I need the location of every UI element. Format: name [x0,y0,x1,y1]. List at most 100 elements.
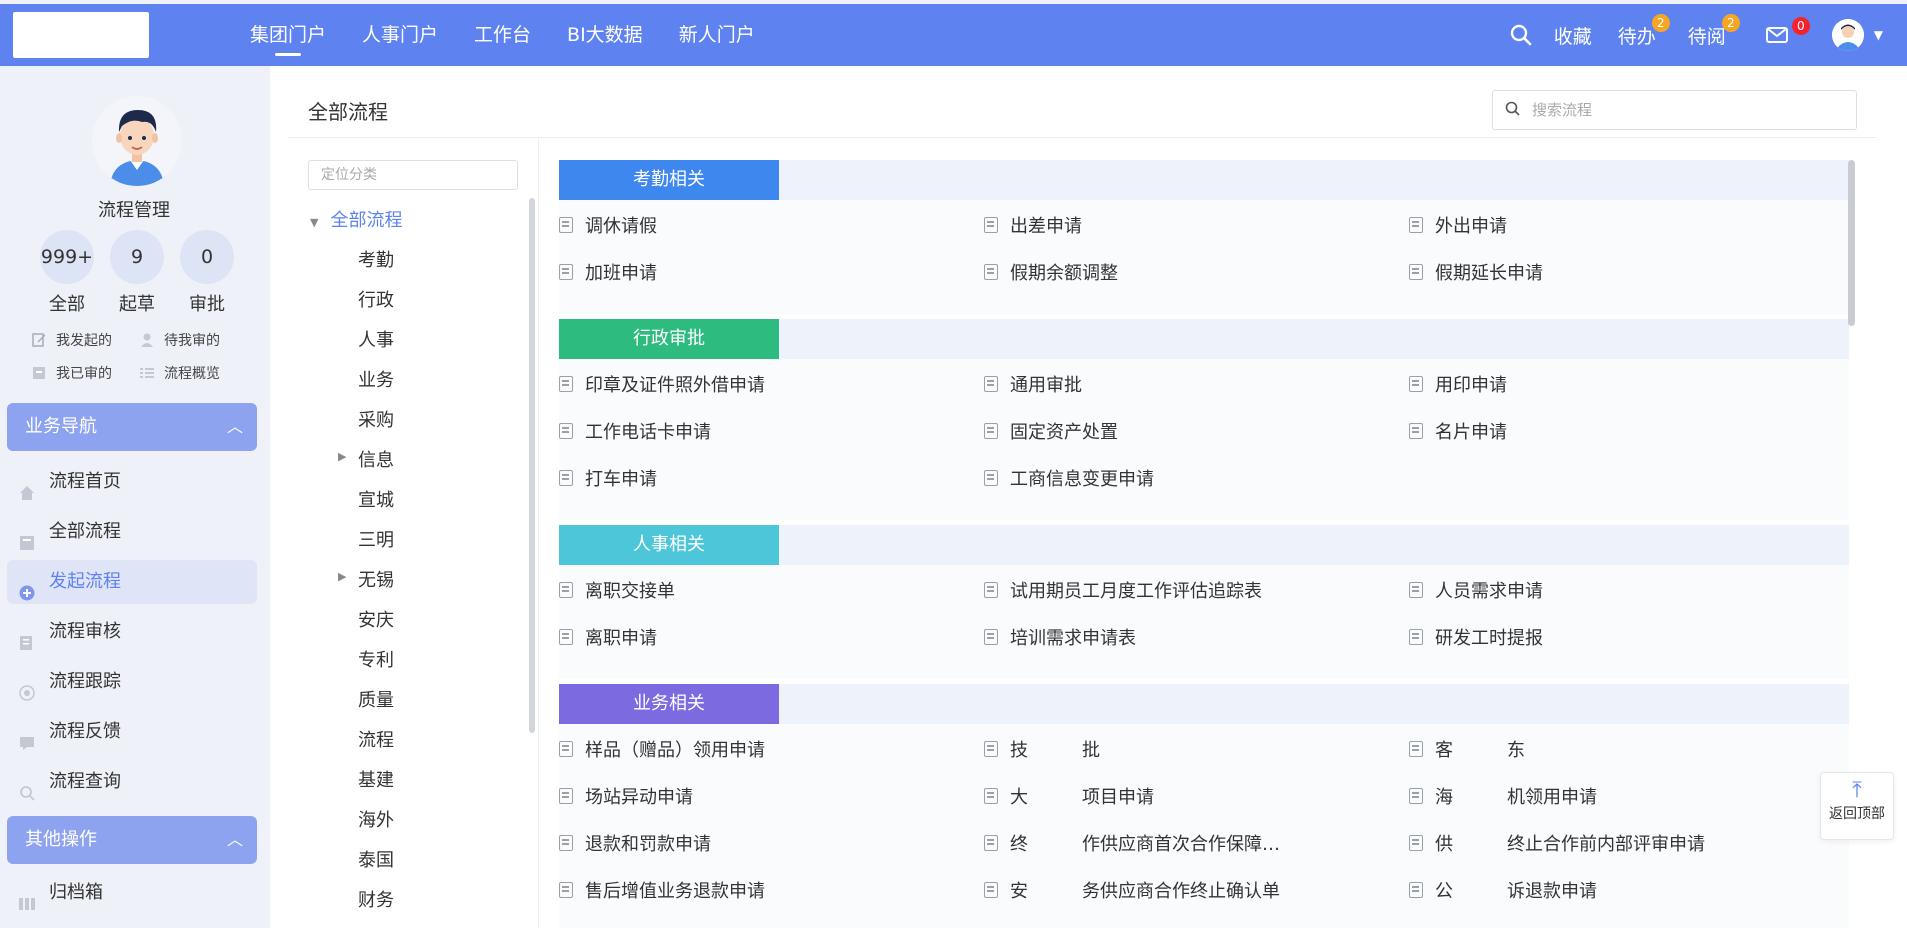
stat-approve-value[interactable]: 0 [180,230,234,284]
tree-item[interactable]: 三明 [358,526,394,552]
flow-item[interactable]: 通用审批 [984,371,1082,397]
flow-item[interactable]: 公 诉退款申请 [1409,877,1597,903]
back-to-top-button[interactable]: ⤒ 返回顶部 [1820,772,1894,840]
flow-item[interactable]: 外出申请 [1409,212,1507,238]
category-tag-business[interactable]: 业务相关 [559,684,779,724]
category-tag-admin[interactable]: 行政审批 [559,319,779,359]
tree-item[interactable]: 宣城 [358,486,394,512]
stat-draft-value[interactable]: 9 [110,230,164,284]
nav-hr-portal[interactable]: 人事门户 [362,4,438,66]
tree-item[interactable]: 质量 [358,686,394,712]
flow-item[interactable]: 离职交接单 [559,577,675,603]
quick-i-approved[interactable]: 我已审的 [32,363,112,383]
flow-item[interactable]: 固定资产处置 [984,418,1118,444]
flow-item[interactable]: 用印申请 [1409,371,1507,397]
sidebar-item-flow-tracking[interactable]: 流程跟踪 [7,660,257,704]
flow-item[interactable]: 供 终止合作前内部评审申请 [1409,830,1705,856]
search-icon[interactable] [1510,24,1532,46]
category-locate-input[interactable] [308,160,518,190]
flow-item[interactable]: 客 东 [1409,736,1525,762]
sidebar-item-flow-query[interactable]: 流程查询 [7,760,257,804]
sidebar-item-flow-home[interactable]: 流程首页 [7,460,257,504]
flow-item[interactable]: 样品（赠品）领用申请 [559,736,765,762]
flow-item-label: 打车申请 [585,469,657,490]
flow-item[interactable]: 试用期员工月度工作评估追踪表 [984,577,1262,603]
quick-flow-overview-label: 流程概览 [164,366,220,382]
tree-item[interactable]: 人事 [358,326,394,352]
flow-item[interactable]: 技 批 [984,736,1100,762]
flow-item[interactable]: 退款和罚款申请 [559,830,711,856]
sidebar-item-flow-feedback[interactable]: 流程反馈 [7,710,257,754]
flow-item[interactable]: 海 机领用申请 [1409,783,1597,809]
nav-group-portal[interactable]: 集团门户 [250,4,326,66]
tree-item[interactable]: 专利 [358,646,394,672]
flow-item[interactable]: 售后增值业务退款申请 [559,877,765,903]
flow-search-box[interactable] [1492,90,1857,130]
sidebar-item-archive[interactable]: 归档箱 [7,871,257,915]
chevron-up-icon: ︿ [226,830,243,849]
toread-link[interactable]: 待阅 2 [1688,13,1740,49]
flow-item[interactable]: 人员需求申请 [1409,577,1543,603]
tree-item[interactable]: 行政 [358,286,394,312]
section-other-ops[interactable]: 其他操作 ︿ [7,816,257,864]
todo-link[interactable]: 待办 2 [1617,13,1670,49]
document-icon [1409,882,1423,898]
section-business-nav[interactable]: 业务导航 ︿ [7,403,257,451]
tree-item[interactable]: 海外 [358,806,394,832]
stat-all-value[interactable]: 999+ [40,230,94,284]
flow-item[interactable]: 名片申请 [1409,418,1507,444]
flow-item[interactable]: 培训需求申请表 [984,624,1136,650]
flow-item[interactable]: 出差申请 [984,212,1082,238]
category-list: 考勤相关 调休请假 出差申请 外出申请 加班申请 假期余额调整 假期延长申请 行… [559,160,1849,928]
tree-item[interactable]: 泰国 [358,846,394,872]
flow-item[interactable]: 终 作供应商首次合作保障… [984,830,1280,856]
tree-item[interactable]: 流程 [358,726,394,752]
nav-bi-data[interactable]: BI大数据 [567,4,643,66]
quick-pending-me[interactable]: 待我审的 [140,330,220,350]
sidebar-item-start-flow[interactable]: 发起流程 [7,560,257,604]
tree-root-all-flows[interactable]: ▼ 全部流程 [310,206,402,232]
tree-item[interactable]: 考勤 [358,246,394,272]
sidebar-item-label: 流程审核 [49,621,121,642]
user-icon [140,333,154,347]
tree-item[interactable]: 财务 [358,886,394,912]
favorites-link[interactable]: 收藏 [1554,22,1592,49]
flow-item[interactable]: 假期延长申请 [1409,259,1543,285]
flow-item[interactable]: 加班申请 [559,259,657,285]
flow-item[interactable]: 印章及证件照外借申请 [559,371,765,397]
tree-scrollbar[interactable] [529,198,535,733]
nav-workbench[interactable]: 工作台 [474,4,531,66]
flow-item[interactable]: 离职申请 [559,624,657,650]
flow-item[interactable]: 工商信息变更申请 [984,465,1154,491]
tree-item[interactable]: 安庆 [358,606,394,632]
tree-item-label: 信息 [358,450,394,471]
tree-item-expandable[interactable]: ▶ 信息 [338,446,394,472]
quick-my-initiated[interactable]: 我发起的 [32,330,112,350]
flow-item[interactable]: 调休请假 [559,212,657,238]
mail-icon[interactable]: 0 [1765,17,1810,43]
tree-item[interactable]: 基建 [358,766,394,792]
flow-item[interactable]: 工作电话卡申请 [559,418,711,444]
flow-item[interactable]: 假期余额调整 [984,259,1118,285]
tree-item[interactable]: 采购 [358,406,394,432]
document-icon [559,217,573,233]
flow-item[interactable]: 安 务供应商合作终止确认单 [984,877,1280,903]
category-tag-attendance[interactable]: 考勤相关 [559,160,779,200]
flow-item[interactable]: 研发工时提报 [1409,624,1543,650]
logo[interactable] [13,12,149,58]
tree-item-expandable[interactable]: ▶ 无锡 [338,566,394,592]
tree-item[interactable]: 业务 [358,366,394,392]
content-scrollbar[interactable] [1848,160,1855,326]
todo-label: 待办 [1617,25,1656,48]
nav-newcomer-portal[interactable]: 新人门户 [679,4,755,66]
user-menu[interactable]: ▼ [1831,19,1883,51]
flow-item-label: 假期延长申请 [1435,263,1543,284]
sidebar-item-flow-review[interactable]: 流程审核 [7,610,257,654]
quick-flow-overview[interactable]: 流程概览 [140,363,220,383]
flow-search-input[interactable] [1532,101,1832,119]
flow-item[interactable]: 大 项目申请 [984,783,1154,809]
category-tag-hr[interactable]: 人事相关 [559,525,779,565]
flow-item[interactable]: 场站异动申请 [559,783,693,809]
sidebar-item-all-flows[interactable]: 全部流程 [7,510,257,554]
flow-item[interactable]: 打车申请 [559,465,657,491]
